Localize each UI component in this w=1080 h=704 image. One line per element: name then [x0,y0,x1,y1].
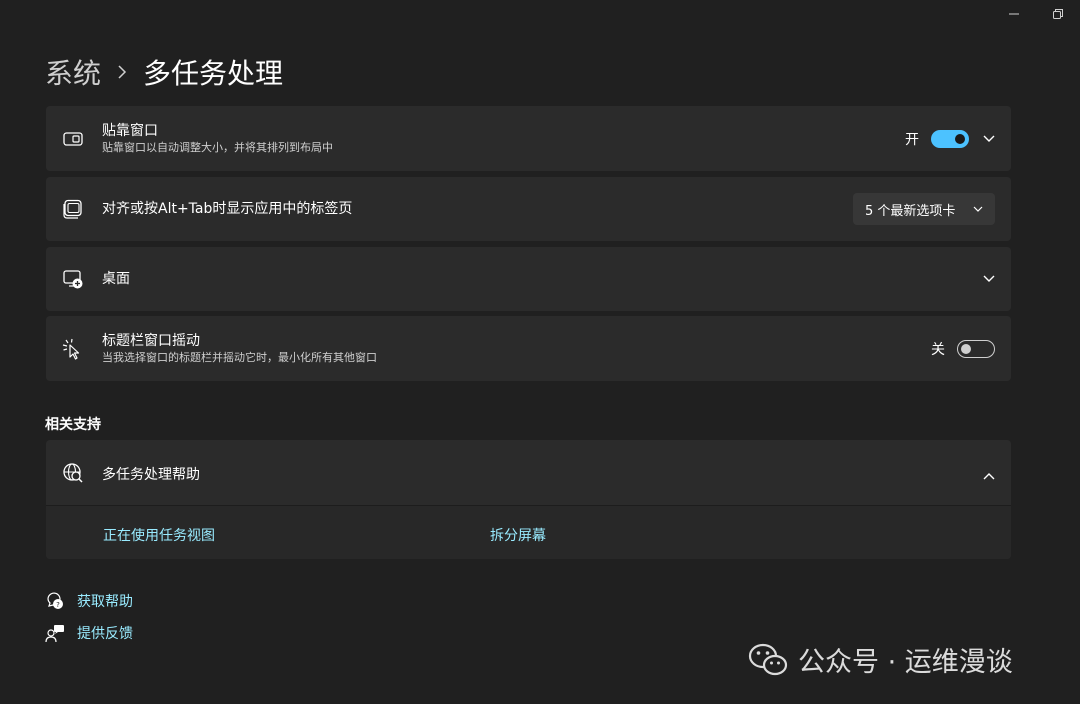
watermark-text: 公众号 · 运维漫谈 [798,647,1013,678]
toggle-state-label: 关 [931,341,945,358]
chevron-down-icon[interactable] [981,271,997,287]
restore-button[interactable] [1036,0,1080,28]
window-controls [992,0,1080,28]
toggle-knob [955,133,965,144]
toggle-state-label: 开 [905,131,919,148]
link-task-view[interactable]: 正在使用任务视图 [103,525,215,545]
setting-alt-tab-tabs: 对齐或按Alt+Tab时显示应用中的标签页 5 个最新选项卡 [46,177,1011,241]
expander-body: 正在使用任务视图 拆分屏幕 [46,506,1011,559]
snap-window-icon [62,128,84,150]
breadcrumb: 系统 多任务处理 [45,52,283,92]
snap-toggle[interactable] [931,129,969,148]
restore-icon [1053,9,1063,19]
feedback-link[interactable]: 提供反馈 [45,623,133,643]
page-title: 多任务处理 [143,57,284,90]
get-help-label: 获取帮助 [77,594,133,610]
desktop-controls [969,271,997,287]
setting-description: 当我选择窗口的标题栏并摇动它时，最小化所有其他窗口 [102,351,377,364]
tabs-count-dropdown[interactable]: 5 个最新选项卡 [853,193,995,225]
setting-desktops[interactable]: 桌面 [46,247,1011,311]
toggle-knob [961,343,971,354]
multitasking-help-expander: 多任务处理帮助 正在使用任务视图 拆分屏幕 [46,440,1011,559]
snap-texts: 贴靠窗口 贴靠窗口以自动调整大小，并将其排列到布局中 [102,122,333,155]
wechat-icon [748,643,788,675]
shake-toggle[interactable] [957,339,995,358]
desktop-texts: 桌面 [102,270,130,288]
section-title-related: 相关支持 [45,417,101,433]
globe-search-icon [62,462,84,484]
chevron-up-icon[interactable] [983,465,995,484]
svg-text:?: ? [56,601,60,609]
link-split-screen[interactable]: 拆分屏幕 [490,525,546,545]
breadcrumb-chevron-icon [117,65,127,79]
setting-title: 桌面 [102,271,130,287]
shake-controls: 关 [931,339,995,359]
minimize-icon [1009,13,1019,15]
feedback-label: 提供反馈 [77,626,133,642]
dropdown-value: 5 个最新选项卡 [865,203,956,219]
shake-texts: 标题栏窗口摇动 当我选择窗口的标题栏并摇动它时，最小化所有其他窗口 [102,332,377,365]
expander-title: 多任务处理帮助 [102,467,200,483]
expander-header[interactable]: 多任务处理帮助 [46,440,1011,506]
setting-title: 贴靠窗口 [102,123,158,139]
setting-description: 贴靠窗口以自动调整大小，并将其排列到布局中 [102,141,333,154]
help-chat-icon: ? [45,591,65,611]
snap-controls: 开 [905,129,997,149]
feedback-person-icon [45,623,65,643]
minimize-button[interactable] [992,0,1036,28]
chevron-down-icon [973,206,983,212]
get-help-link[interactable]: ? 获取帮助 [45,591,133,611]
tabs-window-icon [62,198,84,220]
desktop-add-icon [62,268,84,290]
breadcrumb-parent[interactable]: 系统 [45,52,101,92]
setting-title-bar-shake: 标题栏窗口摇动 当我选择窗口的标题栏并摇动它时，最小化所有其他窗口 关 [46,316,1011,381]
chevron-down-icon[interactable] [981,131,997,147]
alttab-texts: 对齐或按Alt+Tab时显示应用中的标签页 [102,200,352,218]
setting-snap-windows[interactable]: 贴靠窗口 贴靠窗口以自动调整大小，并将其排列到布局中 开 [46,106,1011,171]
alttab-controls: 5 个最新选项卡 [853,193,995,225]
setting-title: 标题栏窗口摇动 [102,333,200,349]
shake-cursor-icon [62,338,84,360]
setting-title: 对齐或按Alt+Tab时显示应用中的标签页 [102,201,353,217]
watermark: 公众号 · 运维漫谈 [748,640,1013,679]
